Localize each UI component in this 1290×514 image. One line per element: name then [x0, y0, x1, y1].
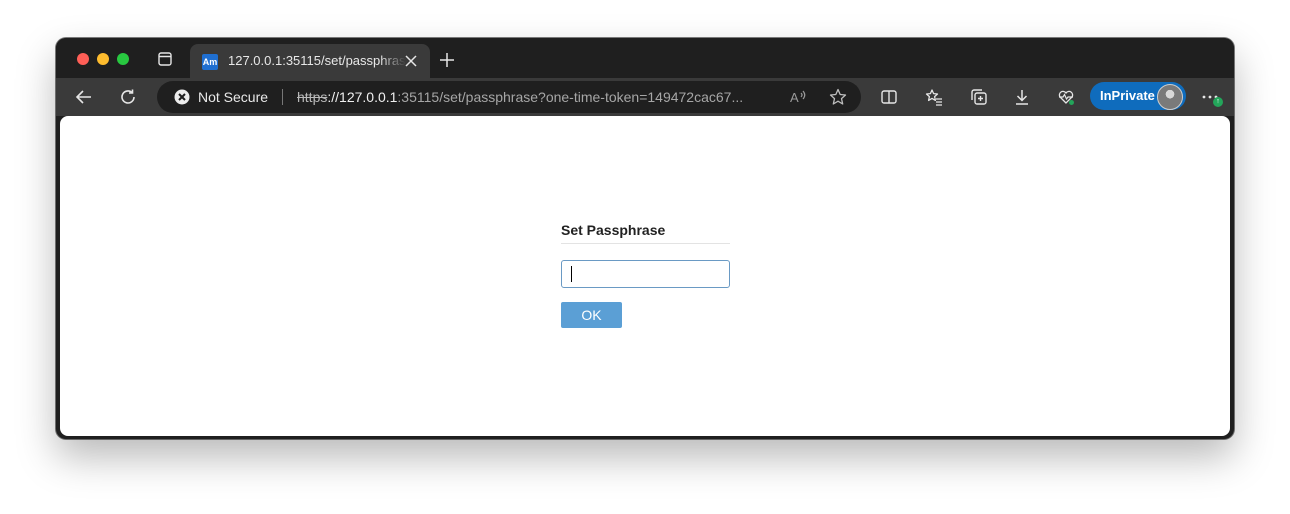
split-screen-icon[interactable]	[880, 88, 898, 106]
url-scheme: https	[297, 89, 328, 105]
minimize-window-button[interactable]	[97, 53, 109, 65]
tab-bar: Am 127.0.0.1:35115/set/passphrase	[56, 38, 1234, 78]
url-rest: :35115/set/passphrase?one-time-token=149…	[397, 89, 744, 105]
heart-pulse-icon[interactable]	[1057, 88, 1075, 106]
arrow-left-icon[interactable]	[75, 88, 93, 106]
new-tab-icon[interactable]	[440, 53, 454, 67]
close-icon[interactable]	[404, 54, 418, 68]
avatar	[1157, 84, 1183, 110]
close-window-button[interactable]	[77, 53, 89, 65]
page-content: Set Passphrase OK	[60, 116, 1230, 436]
ok-button[interactable]: OK	[561, 302, 622, 328]
url-text[interactable]: https://127.0.0.1:35115/set/passphrase?o…	[297, 89, 777, 105]
favicon: Am	[202, 54, 218, 70]
maximize-window-button[interactable]	[117, 53, 129, 65]
active-tab[interactable]: Am 127.0.0.1:35115/set/passphrase	[190, 44, 430, 78]
svg-text:A: A	[790, 90, 799, 105]
text-caret	[571, 266, 572, 282]
toolbar: Not Secure https://127.0.0.1:35115/set/p…	[56, 78, 1234, 116]
address-bar[interactable]: Not Secure https://127.0.0.1:35115/set/p…	[157, 81, 861, 113]
favorites-icon[interactable]	[925, 88, 943, 106]
read-aloud-icon[interactable]: A	[789, 88, 807, 106]
passphrase-form: Set Passphrase OK	[561, 222, 730, 328]
passphrase-input[interactable]	[561, 260, 730, 288]
inprivate-button[interactable]: InPrivate	[1090, 82, 1186, 110]
url-host: ://127.0.0.1	[327, 89, 398, 105]
security-label[interactable]: Not Secure	[198, 89, 268, 105]
inprivate-label: InPrivate	[1100, 88, 1155, 103]
collections-icon[interactable]	[970, 88, 988, 106]
star-icon[interactable]	[829, 88, 847, 106]
browser-window: Am 127.0.0.1:35115/set/passphrase Not Se…	[56, 38, 1234, 439]
download-icon[interactable]	[1013, 88, 1031, 106]
update-badge-icon: ↑	[1213, 97, 1223, 107]
tab-actions-icon[interactable]	[158, 52, 172, 66]
tab-title: 127.0.0.1:35115/set/passphrase	[228, 53, 406, 68]
omnibox-divider	[282, 89, 283, 105]
reload-icon[interactable]	[119, 88, 137, 106]
page-title: Set Passphrase	[561, 222, 730, 244]
not-secure-icon[interactable]	[174, 89, 190, 105]
